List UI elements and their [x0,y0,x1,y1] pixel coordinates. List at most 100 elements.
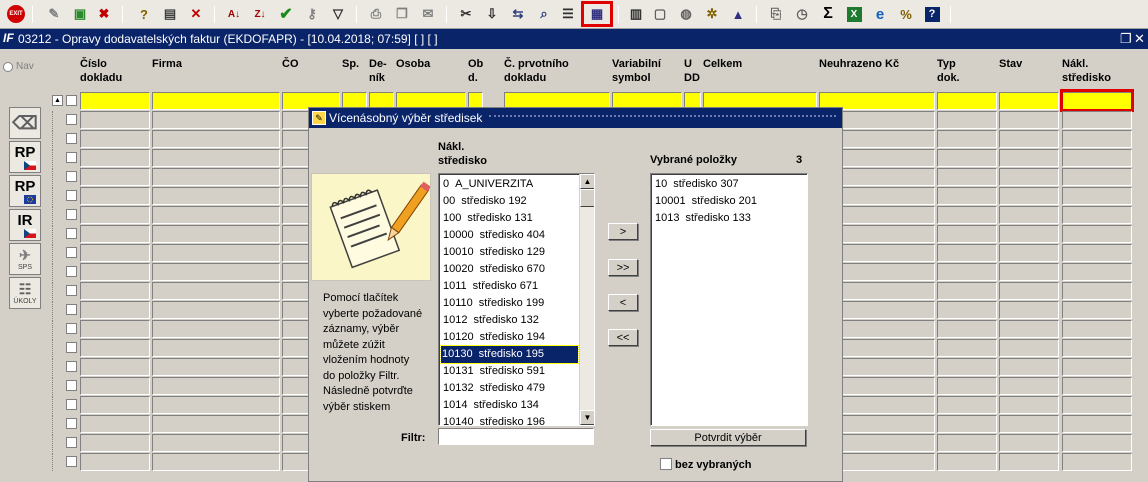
sort-descending-icon[interactable]: Z↓ [250,4,270,24]
column-header-1[interactable]: Firma [152,57,182,71]
row-checkbox[interactable] [66,171,77,182]
rp-eu-button[interactable]: RP [9,175,41,207]
list-item[interactable]: 10020 středisko 670 [442,261,545,278]
cut-icon[interactable]: ✂ [456,4,476,24]
percent-icon[interactable]: % [896,4,916,24]
zoom-icon[interactable]: ⌕ [534,4,554,24]
clock-icon[interactable]: ◷ [792,4,812,24]
column-header-10[interactable]: Celkem [703,57,742,71]
filter-input[interactable] [438,428,594,445]
row-checkbox[interactable] [66,285,77,296]
table-cell[interactable] [1062,187,1132,205]
remove-all-button[interactable]: << [608,329,638,346]
table-cell[interactable] [152,225,280,243]
table-cell[interactable] [80,377,150,395]
export-icon[interactable]: ⇆ [508,4,528,24]
table-cell[interactable] [1062,263,1132,281]
table-cell[interactable] [999,187,1059,205]
table-cell[interactable] [937,187,997,205]
scroll-up-icon[interactable]: ▲ [52,95,63,106]
column-header-9[interactable]: U DD [684,57,700,85]
excel-icon[interactable]: X [844,4,864,24]
row-checkbox[interactable] [66,247,77,258]
list-item[interactable]: 10001 středisko 201 [654,193,757,210]
table-cell[interactable] [152,187,280,205]
duplicate-record-icon[interactable]: ▣ [70,4,90,24]
table-cell[interactable] [152,453,280,471]
table-cell[interactable] [1062,301,1132,319]
table-cell[interactable] [152,168,280,186]
exit-icon[interactable]: EXIT [6,4,26,24]
warning-icon[interactable]: ▲ [728,4,748,24]
table-cell[interactable] [152,339,280,357]
list-item[interactable]: 10110 středisko 199 [442,295,544,312]
list-item[interactable]: 10010 středisko 129 [442,244,545,261]
table-cell[interactable] [80,415,150,433]
row-checkbox[interactable] [66,152,77,163]
column-header-11[interactable]: Neuhrazeno Kč [819,57,899,71]
table-cell[interactable] [937,453,997,471]
list-item[interactable]: 0 A_UNIVERZITA [442,176,533,193]
erase-button[interactable]: ⌫ [9,107,41,139]
table-cell[interactable] [937,434,997,452]
list-item[interactable]: 10140 středisko 196 [442,414,545,425]
table-cell[interactable] [152,206,280,224]
table-cell[interactable] [152,92,280,110]
query-icon[interactable]: ? [134,4,154,24]
table-cell[interactable] [937,415,997,433]
column-header-8[interactable]: Variabilní symbol [612,57,661,85]
column-header-2[interactable]: ČO [282,57,299,71]
table-cell[interactable] [80,92,150,110]
table-cell[interactable] [1062,434,1132,452]
table-cell[interactable] [937,358,997,376]
table-cell[interactable] [1062,149,1132,167]
table-cell[interactable] [937,130,997,148]
list-item[interactable]: 1011 středisko 671 [442,278,538,295]
column-header-13[interactable]: Stav [999,57,1022,71]
table-cell[interactable] [999,168,1059,186]
table-cell[interactable] [999,320,1059,338]
table-cell[interactable] [1062,339,1132,357]
table-cell[interactable] [80,434,150,452]
row-checkbox[interactable] [66,437,77,448]
available-list-scrollbar[interactable]: ▲ ▼ [579,174,594,425]
list-item[interactable]: 1012 středisko 132 [442,312,539,329]
list-item[interactable]: 10131 středisko 591 [442,363,545,380]
column-header-7[interactable]: Č. prvotního dokladu [504,57,569,85]
row-checkbox[interactable] [66,266,77,277]
selected-list[interactable]: 10 středisko 307 10001 středisko 201 1013 stř… [650,173,808,426]
mail-icon[interactable]: ✉ [418,4,438,24]
table-cell[interactable] [937,111,997,129]
restore-icon[interactable]: ❐ [1120,31,1132,47]
paste-special-icon[interactable]: ⇩ [482,4,502,24]
table-cell[interactable] [937,339,997,357]
row-checkbox[interactable] [66,133,77,144]
table-cell[interactable] [999,225,1059,243]
table-cell[interactable] [152,434,280,452]
print-icon[interactable]: ⎙ [366,4,386,24]
table-cell[interactable] [1062,130,1132,148]
table-cell[interactable] [80,396,150,414]
table-cell[interactable] [80,244,150,262]
tools-icon[interactable]: ⚷ [302,4,322,24]
row-checkbox[interactable] [66,190,77,201]
table-cell[interactable] [152,320,280,338]
table-cell[interactable] [937,92,997,110]
table-cell[interactable] [1062,244,1132,262]
table-cell[interactable] [937,244,997,262]
table-cell[interactable] [152,149,280,167]
add-all-button[interactable]: >> [608,259,638,276]
help-icon[interactable]: ? [922,4,942,24]
list-icon[interactable]: ☰ [558,4,578,24]
table-cell[interactable] [999,244,1059,262]
table-cell[interactable] [80,111,150,129]
row-checkbox[interactable] [66,209,77,220]
table-cell[interactable] [80,453,150,471]
table-cell[interactable] [152,111,280,129]
table-cell[interactable] [999,377,1059,395]
table-cell[interactable] [152,263,280,281]
table-cell[interactable] [937,301,997,319]
table-cell[interactable] [152,358,280,376]
table-cell[interactable] [999,282,1059,300]
list-item[interactable]: 1013 středisko 133 [654,210,751,227]
